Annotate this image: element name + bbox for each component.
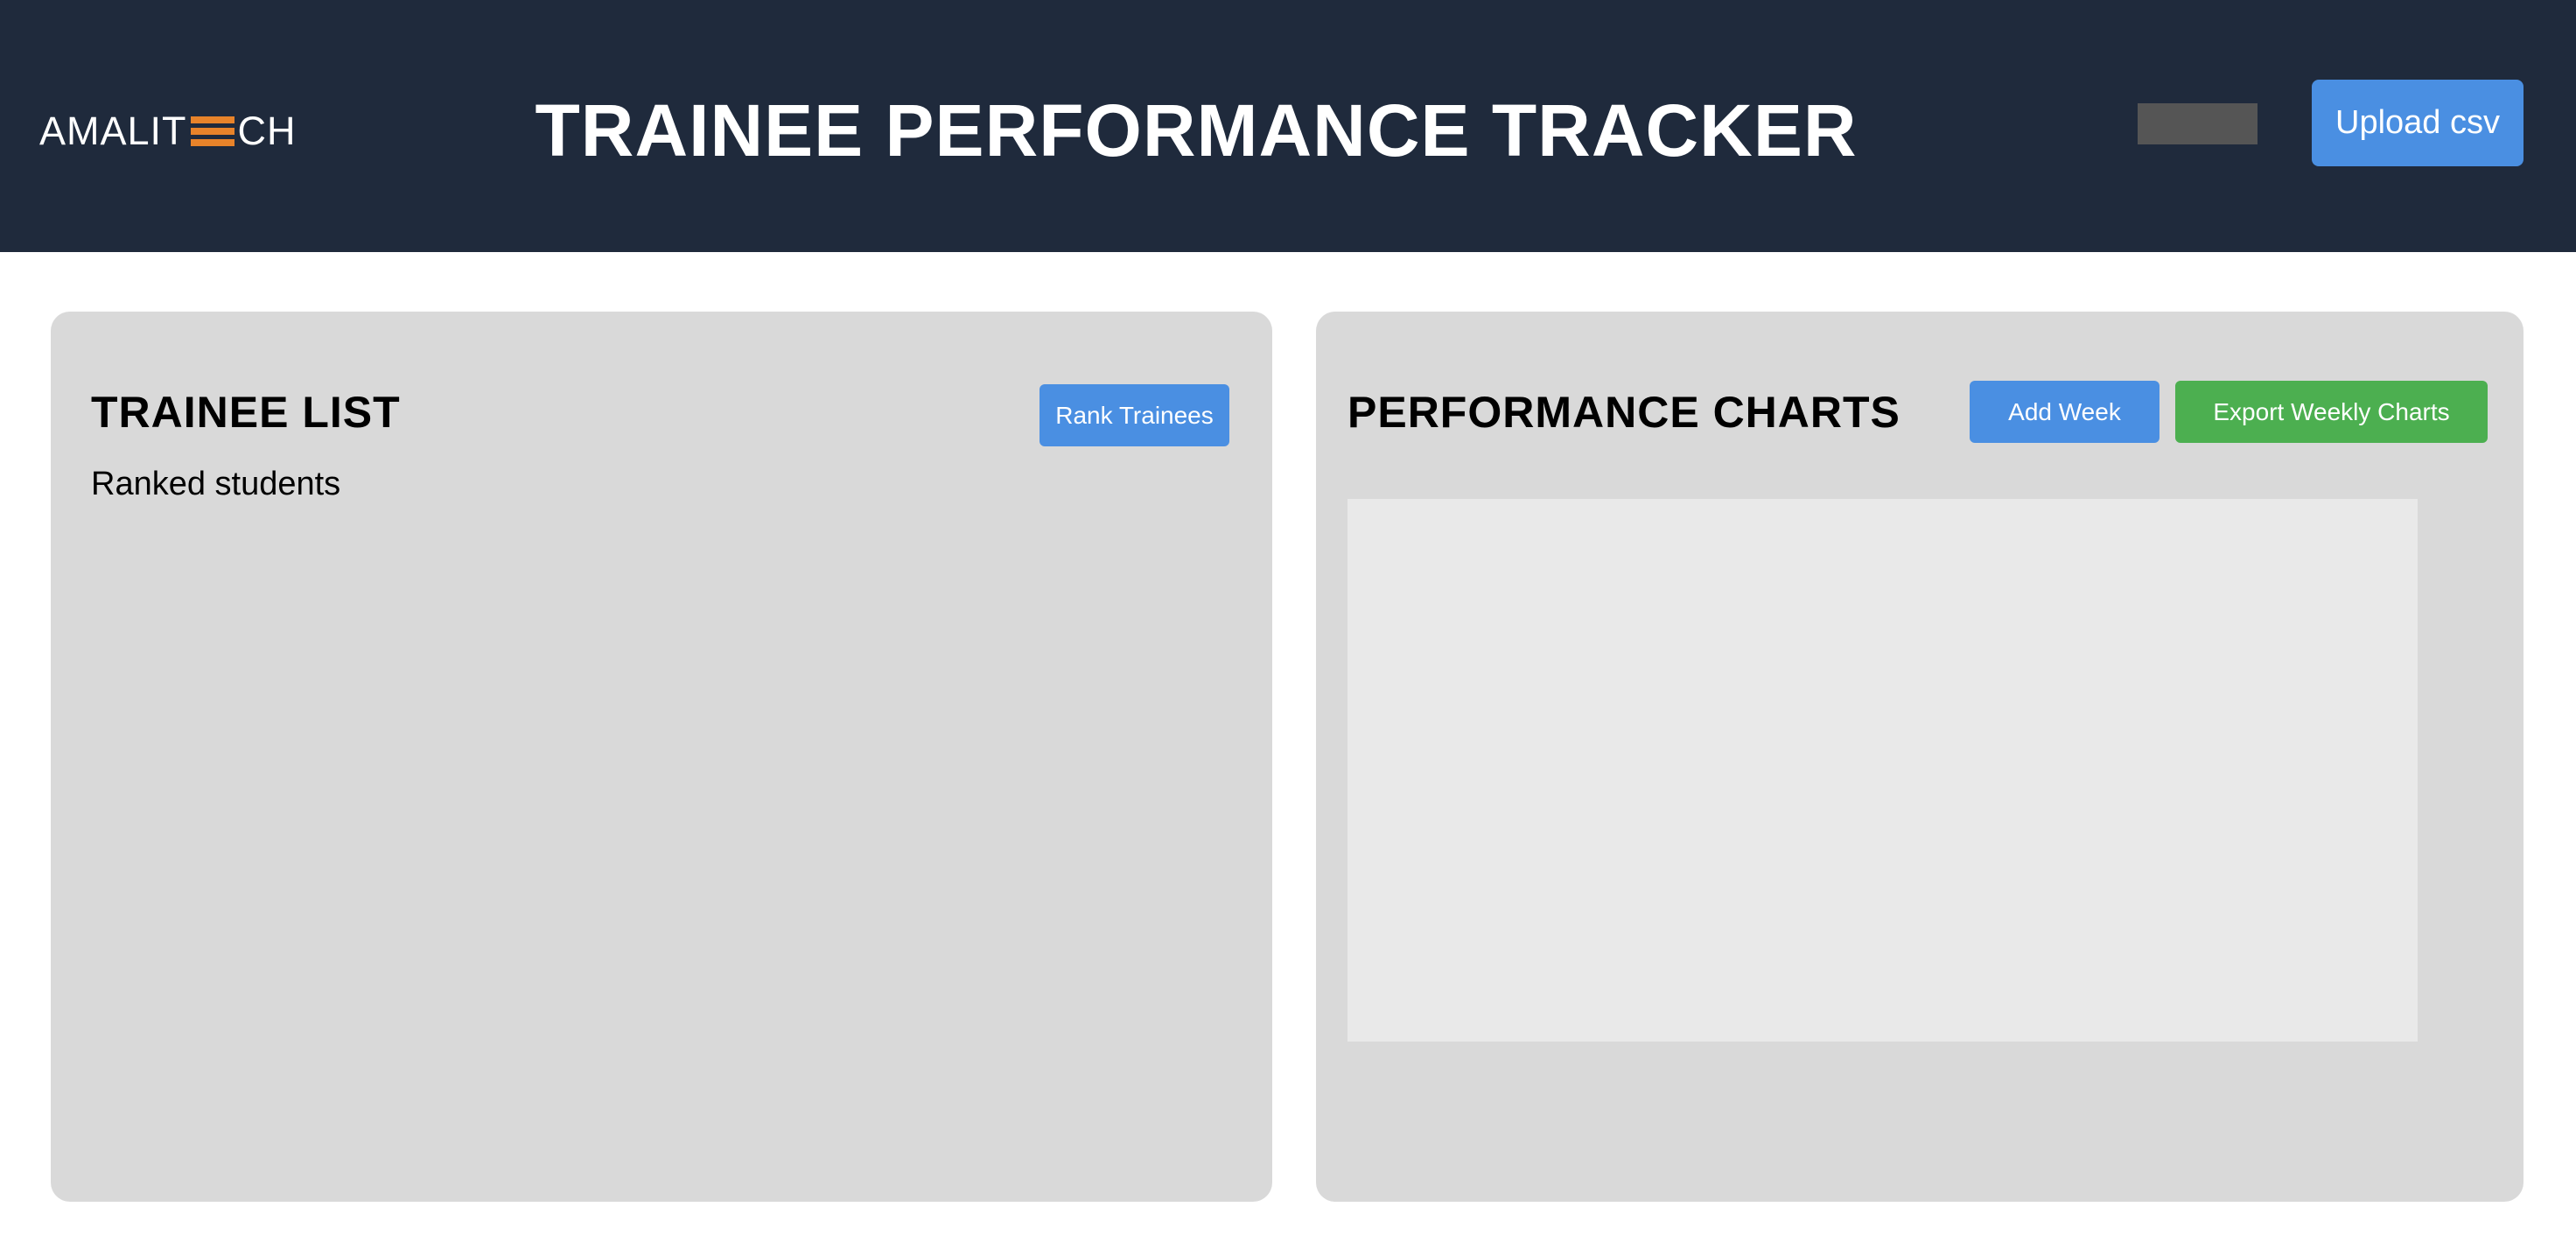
add-week-button[interactable]: Add Week <box>1970 381 2160 443</box>
csv-file-input[interactable] <box>2138 103 2258 144</box>
export-weekly-charts-button[interactable]: Export Weekly Charts <box>2175 381 2488 443</box>
ranked-students-label: Ranked students <box>91 466 341 502</box>
trainee-list-panel: TRAINEE LIST Rank Trainees Ranked studen… <box>51 312 1272 1202</box>
performance-charts-panel: PERFORMANCE CHARTS Add Week Export Weekl… <box>1316 312 2524 1202</box>
rank-trainees-button[interactable]: Rank Trainees <box>1040 384 1229 446</box>
performance-charts-heading: PERFORMANCE CHARTS <box>1348 388 1900 437</box>
upload-csv-button[interactable]: Upload csv <box>2312 80 2524 166</box>
app-title: TRAINEE PERFORMANCE TRACKER <box>535 89 1858 172</box>
chart-canvas <box>1348 499 2418 1042</box>
trainee-list-heading: TRAINEE LIST <box>91 388 401 437</box>
app-header: AMALIT CH TRAINEE PERFORMANCE TRACKER Up… <box>0 0 2576 252</box>
